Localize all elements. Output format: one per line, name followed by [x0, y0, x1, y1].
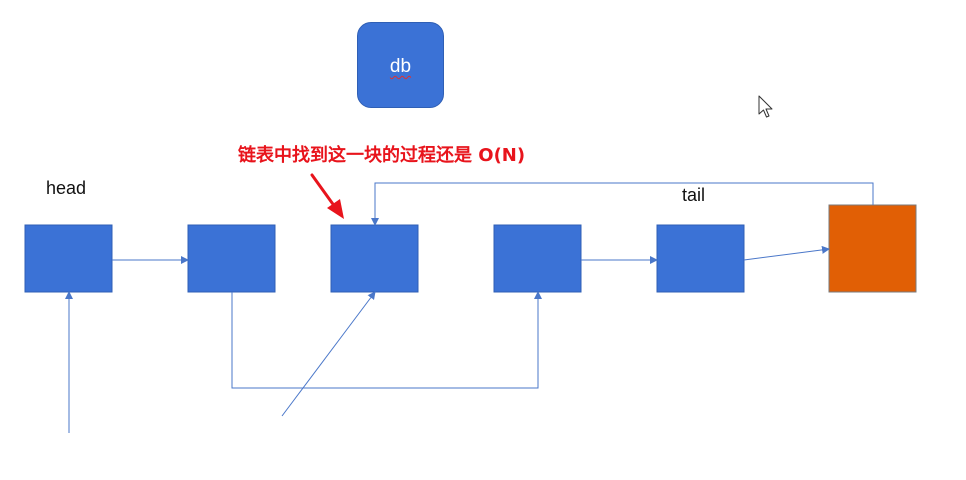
- list-node-3: [330, 224, 419, 293]
- linked-list-diagram: [24, 173, 917, 433]
- list-node-6-tail: [828, 204, 917, 293]
- connector-tail-to-node3: [371, 182, 874, 226]
- connector-pointer-to-node3: [281, 291, 376, 417]
- connector-node5-to-tail: [743, 245, 830, 261]
- list-node-2: [187, 224, 276, 293]
- mouse-pointer-icon: [758, 95, 773, 118]
- list-node-1-head: [24, 224, 113, 293]
- list-node-4: [493, 224, 582, 293]
- list-node-5: [656, 224, 745, 293]
- connector-node2-to-node4: [231, 291, 542, 389]
- red-arrow-icon: [310, 173, 344, 219]
